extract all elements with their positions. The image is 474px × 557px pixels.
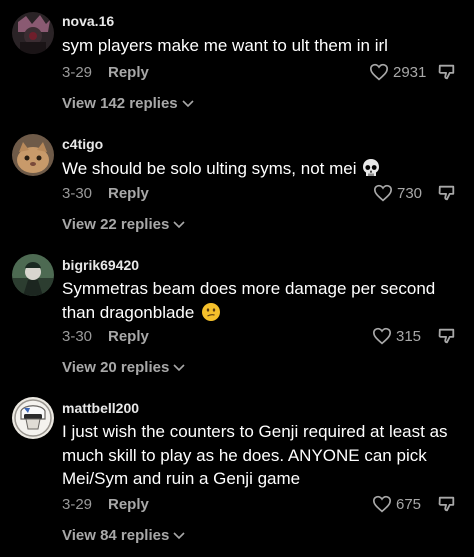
thumbs-down-icon: [438, 185, 455, 201]
skull-emoji-icon: [362, 159, 379, 176]
heart-outline-icon: [369, 63, 389, 81]
avatar[interactable]: [12, 397, 54, 439]
comment-date: 3-29: [62, 64, 93, 81]
reply-button[interactable]: Reply: [108, 64, 149, 81]
heart-outline-icon: [373, 184, 393, 202]
chevron-down-icon: [173, 364, 185, 372]
thumbs-down-icon: [438, 64, 455, 80]
view-replies-label: View 22 replies: [62, 216, 170, 233]
like-count: 2931: [393, 64, 427, 81]
chevron-down-icon: [182, 100, 194, 108]
like-button[interactable]: [373, 184, 393, 202]
view-replies-button[interactable]: View 20 replies: [62, 359, 185, 376]
view-replies-button[interactable]: View 142 replies: [62, 95, 194, 112]
avatar[interactable]: [12, 12, 54, 54]
comment-text-content: than dragonblade: [62, 302, 195, 322]
avatar[interactable]: [12, 134, 54, 176]
username[interactable]: bigrik69420: [62, 257, 139, 273]
view-replies-label: View 84 replies: [62, 527, 170, 544]
view-replies-button[interactable]: View 22 replies: [62, 216, 185, 233]
comment-text-line: Symmetras beam does more damage per seco…: [62, 279, 436, 298]
heart-outline-icon: [372, 327, 392, 345]
comment-text: I just wish the counters to Genji requir…: [62, 420, 462, 491]
view-replies-label: View 20 replies: [62, 359, 170, 376]
dislike-button[interactable]: [438, 63, 456, 81]
thumbs-down-icon: [438, 328, 455, 344]
dislike-button[interactable]: [438, 327, 456, 345]
dislike-button[interactable]: [438, 495, 456, 513]
comment-text-content: We should be solo ulting syms, not mei: [62, 159, 357, 178]
like-button[interactable]: [372, 327, 392, 345]
like-button[interactable]: [372, 495, 392, 513]
comment-date: 3-29: [62, 496, 93, 513]
like-button[interactable]: [369, 63, 389, 81]
comment-date: 3-30: [62, 328, 93, 345]
chevron-down-icon: [173, 221, 185, 229]
reply-button[interactable]: Reply: [108, 185, 149, 202]
like-count: 675: [396, 496, 422, 513]
confused-face-emoji-icon: [202, 302, 221, 321]
username[interactable]: nova.16: [62, 13, 114, 29]
dislike-button[interactable]: [438, 184, 456, 202]
reply-button[interactable]: Reply: [108, 328, 149, 345]
comment-text-line: Mei/Sym and ruin a Genji game: [62, 469, 301, 488]
chevron-down-icon: [173, 532, 185, 540]
view-replies-label: View 142 replies: [62, 95, 178, 112]
comment-text: Symmetras beam does more damage per seco…: [62, 277, 462, 324]
thumbs-down-icon: [438, 496, 455, 512]
reply-button[interactable]: Reply: [108, 496, 149, 513]
comment-text-line: than dragonblade: [62, 301, 462, 325]
comment-text-line: I just wish the counters to Genji requir…: [62, 422, 448, 441]
username[interactable]: c4tigo: [62, 136, 103, 152]
comment-text: sym players make me want to ult them in …: [62, 36, 388, 55]
comment-date: 3-30: [62, 185, 93, 202]
heart-outline-icon: [372, 495, 392, 513]
view-replies-button[interactable]: View 84 replies: [62, 527, 185, 544]
avatar[interactable]: [12, 254, 54, 296]
like-count: 730: [397, 185, 423, 202]
like-count: 315: [396, 328, 422, 345]
username[interactable]: mattbell200: [62, 400, 139, 416]
comment-text: We should be solo ulting syms, not mei: [62, 157, 462, 181]
comment-text-line: much skill to play as he does. ANYONE ca…: [62, 445, 427, 465]
